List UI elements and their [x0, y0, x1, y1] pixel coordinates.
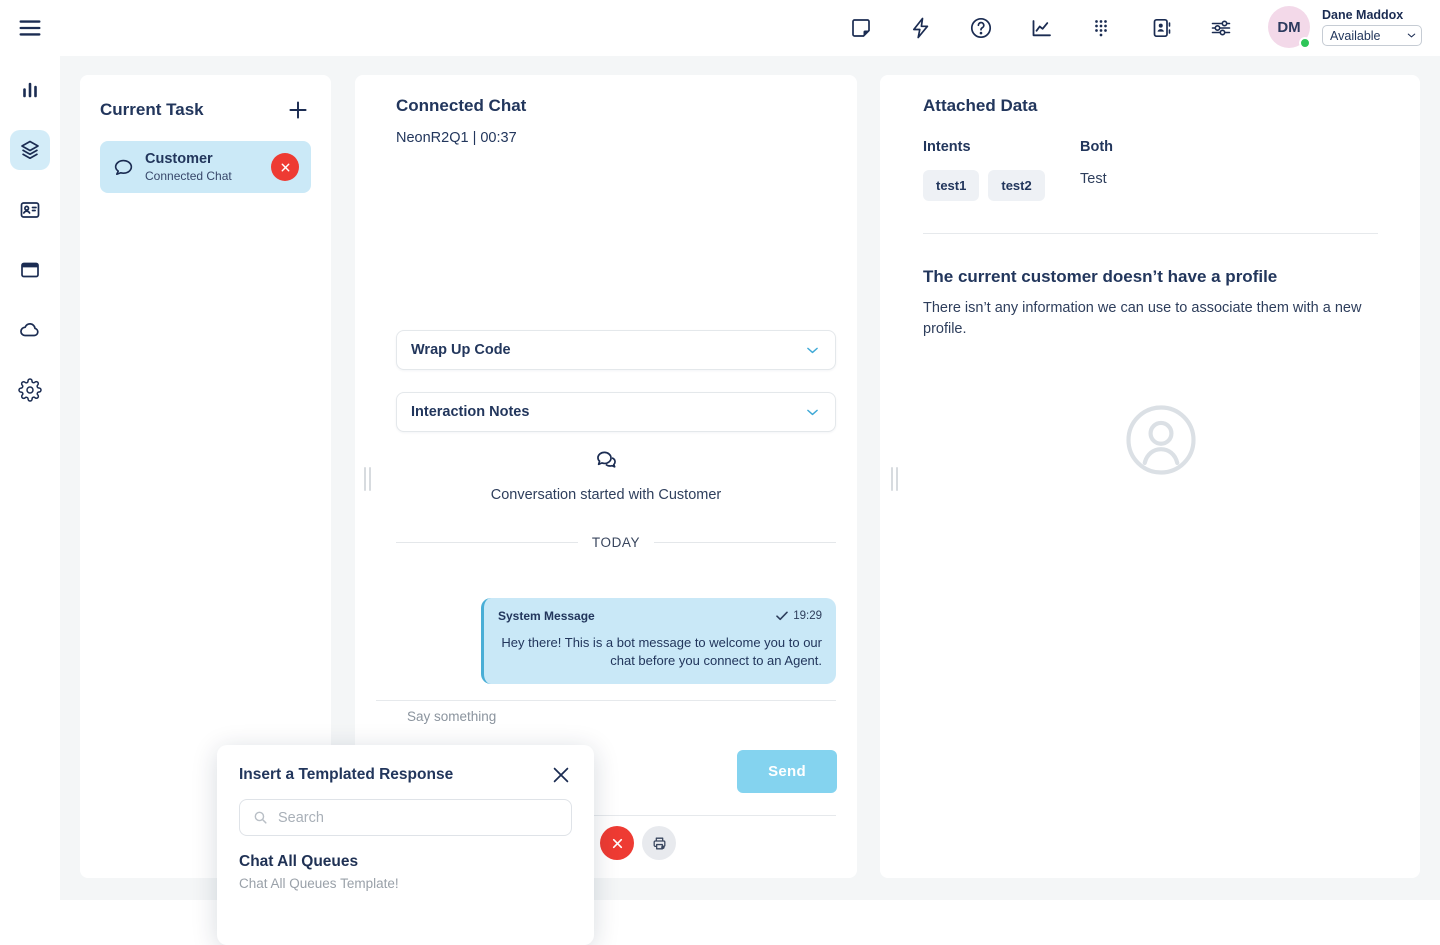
avatar[interactable]: DM — [1268, 6, 1310, 48]
both-field: Both Test — [1080, 139, 1113, 187]
preferences-icon[interactable] — [1209, 16, 1233, 40]
divider — [923, 233, 1378, 234]
message-time: 19:29 — [793, 610, 822, 622]
attached-data-title: Attached Data — [923, 96, 1037, 116]
send-button[interactable]: Send — [737, 750, 837, 793]
status-select[interactable]: Available — [1322, 25, 1422, 46]
day-divider: TODAY — [396, 535, 836, 550]
chat-action-row — [600, 826, 676, 860]
end-task-icon[interactable] — [271, 153, 299, 181]
interaction-notes-label: Interaction Notes — [411, 404, 529, 420]
dialpad-icon[interactable] — [1089, 16, 1113, 40]
performance-icon[interactable] — [1029, 16, 1053, 40]
message-text: Hey there! This is a bot message to welc… — [498, 634, 822, 670]
settings-icon[interactable] — [10, 370, 50, 410]
avatar-initials: DM — [1277, 19, 1300, 36]
end-chat-icon[interactable] — [600, 826, 634, 860]
delivered-check-icon — [776, 611, 788, 621]
template-item-description: Chat All Queues Template! — [239, 876, 572, 891]
no-profile-heading: The current customer doesn’t have a prof… — [923, 267, 1277, 287]
top-bar: DM Dane Maddox Available — [0, 0, 1440, 56]
templated-response-popup: Insert a Templated Response Chat All Que… — [217, 745, 594, 945]
chat-title: Connected Chat — [396, 96, 526, 116]
interaction-notes-section[interactable]: Interaction Notes — [396, 392, 836, 432]
wrap-up-code-label: Wrap Up Code — [411, 342, 511, 358]
printer-icon[interactable] — [642, 826, 676, 860]
chevron-down-icon — [804, 404, 821, 421]
popup-title: Insert a Templated Response — [239, 766, 453, 784]
template-search-input[interactable] — [278, 810, 559, 826]
intents-field: Intents test1 test2 — [923, 139, 1045, 201]
both-value: Test — [1080, 171, 1113, 187]
directory-icon[interactable] — [1149, 16, 1173, 40]
template-item-name: Chat All Queues — [239, 853, 572, 871]
cloud-icon[interactable] — [10, 310, 50, 350]
both-label: Both — [1080, 139, 1113, 155]
system-message-bubble: System Message 19:29 Hey there! This is … — [481, 598, 836, 684]
close-icon[interactable] — [550, 764, 572, 786]
add-task-icon[interactable] — [285, 97, 311, 123]
note-icon[interactable] — [849, 16, 873, 40]
task-name: Customer — [145, 151, 232, 167]
task-type: Connected Chat — [145, 169, 232, 183]
current-task-title: Current Task — [100, 100, 204, 120]
chevron-down-icon — [804, 342, 821, 359]
panel-resize-handle[interactable] — [891, 467, 898, 491]
user-area: DM Dane Maddox Available — [1268, 6, 1422, 48]
user-name: Dane Maddox — [1322, 8, 1422, 22]
chat-session-info: NeonR2Q1 | 00:37 — [396, 130, 517, 146]
contact-card-icon[interactable] — [10, 190, 50, 230]
chat-input[interactable] — [407, 709, 727, 724]
day-divider-label: TODAY — [592, 535, 640, 550]
no-profile-body: There isn’t any information we can use t… — [923, 298, 1401, 340]
divider — [376, 700, 836, 701]
wrap-up-code-section[interactable]: Wrap Up Code — [396, 330, 836, 370]
attached-data-panel: Attached Data Intents test1 test2 Both T… — [880, 75, 1420, 878]
template-item[interactable]: Chat All Queues Chat All Queues Template… — [217, 836, 594, 891]
search-icon — [252, 809, 269, 826]
conversation-start-text: Conversation started with Customer — [355, 487, 857, 503]
interactions-icon[interactable] — [10, 130, 50, 170]
profile-placeholder-icon — [1121, 400, 1201, 480]
template-search-box — [239, 799, 572, 836]
message-sender: System Message — [498, 609, 595, 623]
intents-label: Intents — [923, 139, 1045, 155]
intent-chip: test1 — [923, 170, 979, 201]
conversation-bubbles-icon — [593, 447, 620, 474]
conversation-start: Conversation started with Customer — [355, 447, 857, 503]
chat-bubble-icon — [112, 156, 135, 179]
intent-chip: test2 — [988, 170, 1044, 201]
activity-icon[interactable] — [10, 70, 50, 110]
help-icon[interactable] — [969, 16, 993, 40]
window-icon[interactable] — [10, 250, 50, 290]
presence-dot — [1299, 37, 1311, 49]
user-meta: Dane Maddox Available — [1322, 6, 1422, 48]
menu-icon[interactable] — [16, 14, 44, 42]
side-rail — [0, 56, 60, 900]
zap-icon[interactable] — [909, 16, 933, 40]
task-card-customer[interactable]: Customer Connected Chat — [100, 141, 311, 193]
top-icon-row — [849, 16, 1233, 40]
